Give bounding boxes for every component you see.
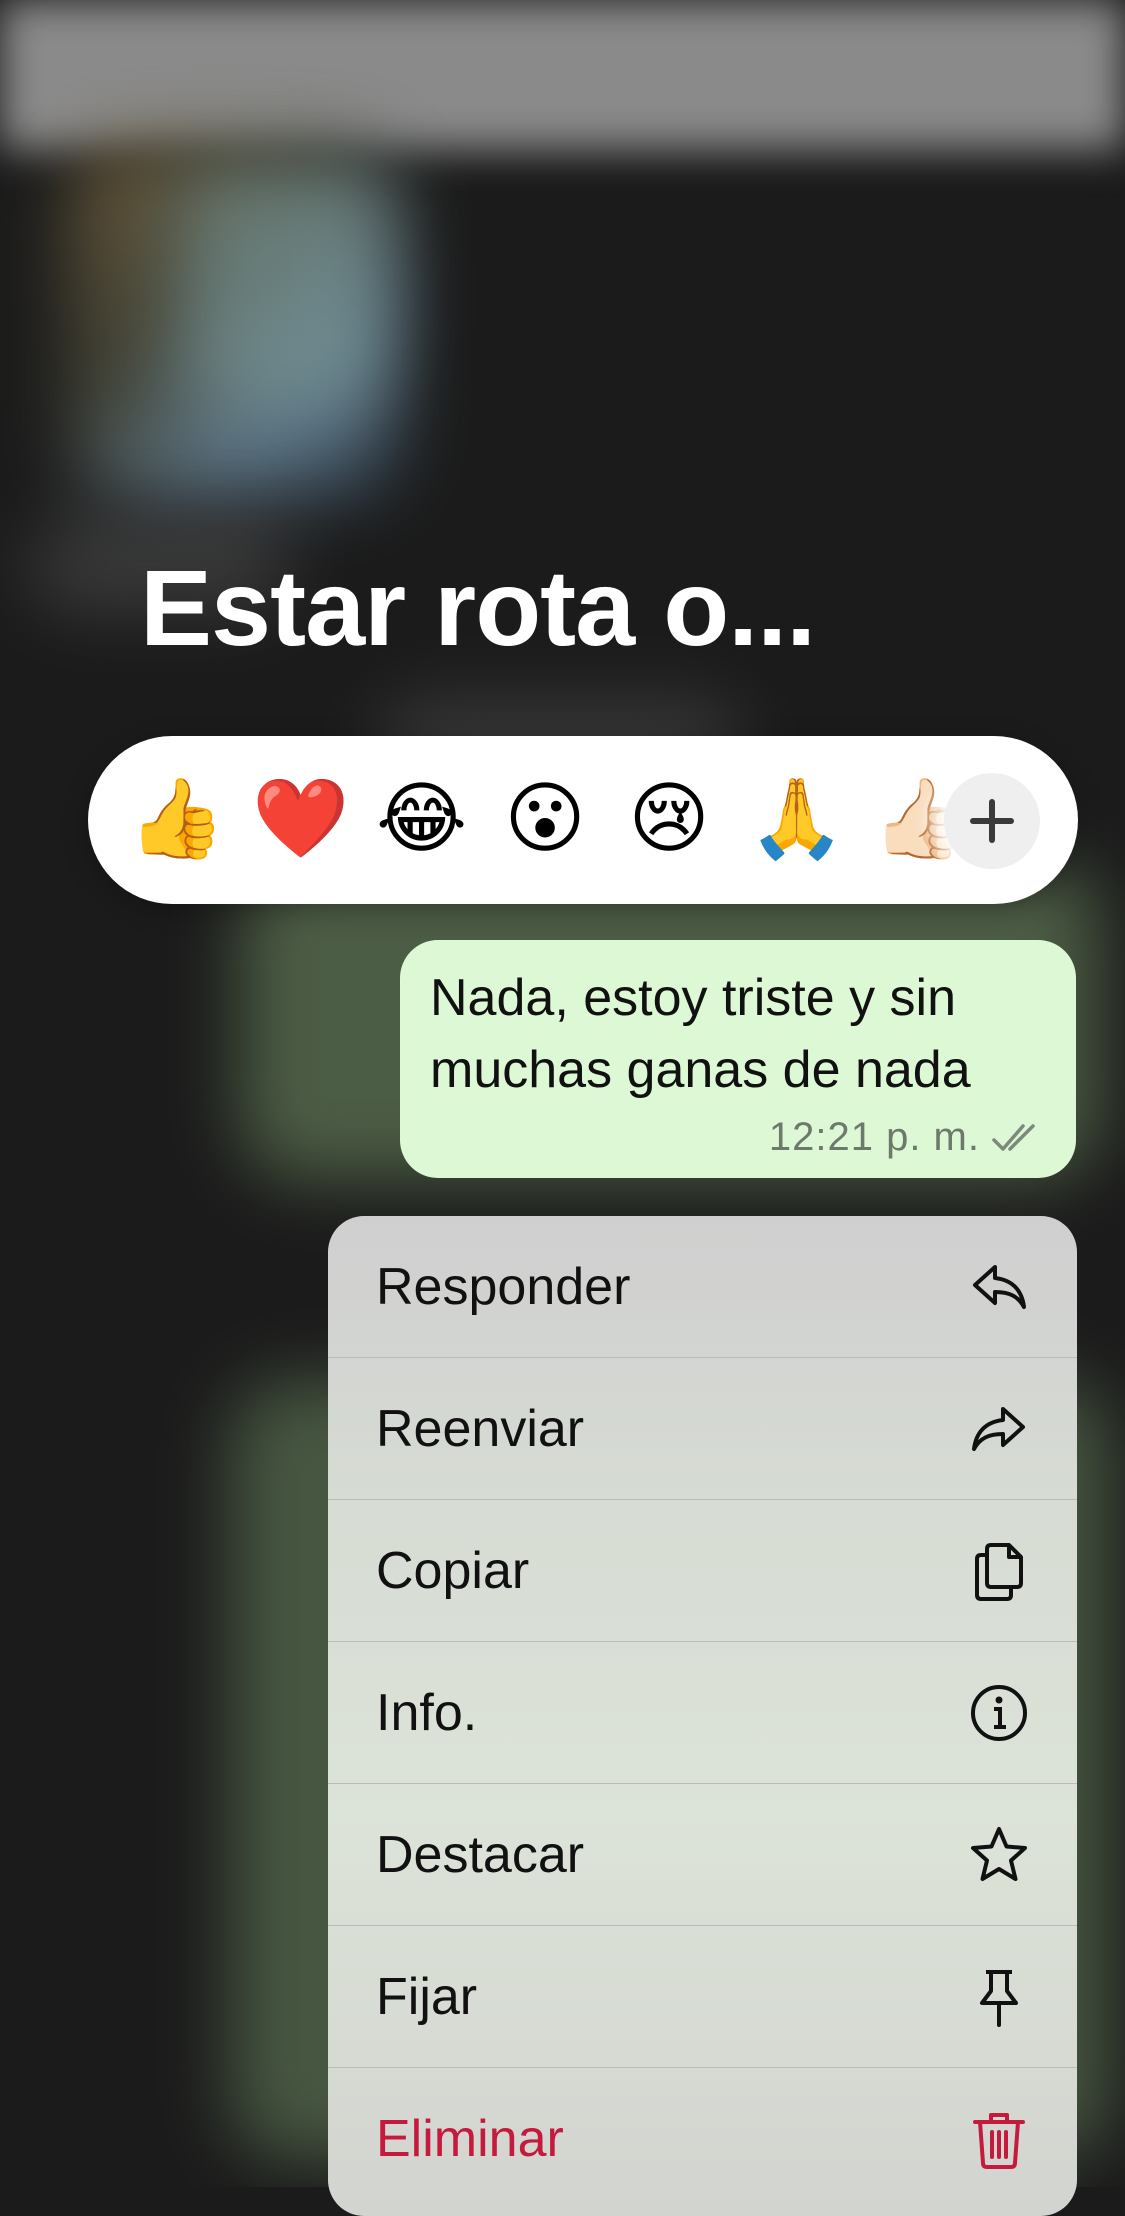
- star-icon: [971, 1827, 1027, 1881]
- menu-item-label: Destacar: [376, 1826, 585, 1884]
- menu-item-label: Info.: [376, 1684, 478, 1742]
- message-time: 12:21 p. m.: [768, 1115, 980, 1159]
- menu-item-forward[interactable]: Reenviar: [328, 1358, 1077, 1500]
- menu-item-star[interactable]: Destacar: [328, 1784, 1077, 1926]
- menu-item-label: Responder: [376, 1258, 631, 1316]
- reaction-surprised[interactable]: 😮: [500, 774, 590, 864]
- reaction-heart[interactable]: ❤️: [252, 774, 349, 864]
- trash-icon: [973, 2113, 1025, 2169]
- reply-icon: [973, 1265, 1026, 1309]
- menu-item-label: Fijar: [376, 1968, 478, 2026]
- chat-title: Estar rota o...: [140, 547, 816, 668]
- info-icon: [971, 1685, 1027, 1741]
- message-bubble[interactable]: Nada, estoy triste y sin muchas ganas de…: [400, 940, 1076, 1178]
- pin-icon: [980, 1970, 1018, 2027]
- blurred-header: [0, 0, 1125, 150]
- reaction-sad[interactable]: 😢: [624, 774, 714, 864]
- copy-icon: [975, 1543, 1023, 1601]
- reaction-pray[interactable]: 🙏: [748, 774, 845, 864]
- menu-item-copy[interactable]: Copiar: [328, 1500, 1077, 1642]
- menu-item-reply[interactable]: Responder: [328, 1216, 1077, 1358]
- forward-icon: [972, 1407, 1025, 1451]
- reaction-bar: 👍 ❤️ 😂 😮 😢 🙏 👍🏻: [88, 736, 1078, 904]
- menu-item-info[interactable]: Info.: [328, 1642, 1077, 1784]
- double-check-icon: [992, 1123, 1035, 1151]
- message-text: Nada, estoy triste y sin muchas ganas de…: [430, 969, 971, 1099]
- context-menu: Responder Reenviar Copiar Info. Destacar: [328, 1216, 1077, 2216]
- reaction-thumbs-up[interactable]: 👍: [128, 774, 225, 864]
- menu-item-pin[interactable]: Fijar: [328, 1926, 1077, 2068]
- reaction-laugh[interactable]: 😂: [376, 774, 467, 864]
- menu-item-delete[interactable]: Eliminar: [328, 2068, 1077, 2210]
- menu-item-label: Eliminar: [376, 2110, 564, 2168]
- plus-icon[interactable]: [944, 773, 1040, 869]
- message-meta: 12:21 p. m.: [769, 1115, 1046, 1160]
- blurred-photo-detail: [180, 170, 380, 410]
- menu-item-label: Reenviar: [376, 1400, 585, 1458]
- menu-item-label: Copiar: [376, 1542, 530, 1600]
